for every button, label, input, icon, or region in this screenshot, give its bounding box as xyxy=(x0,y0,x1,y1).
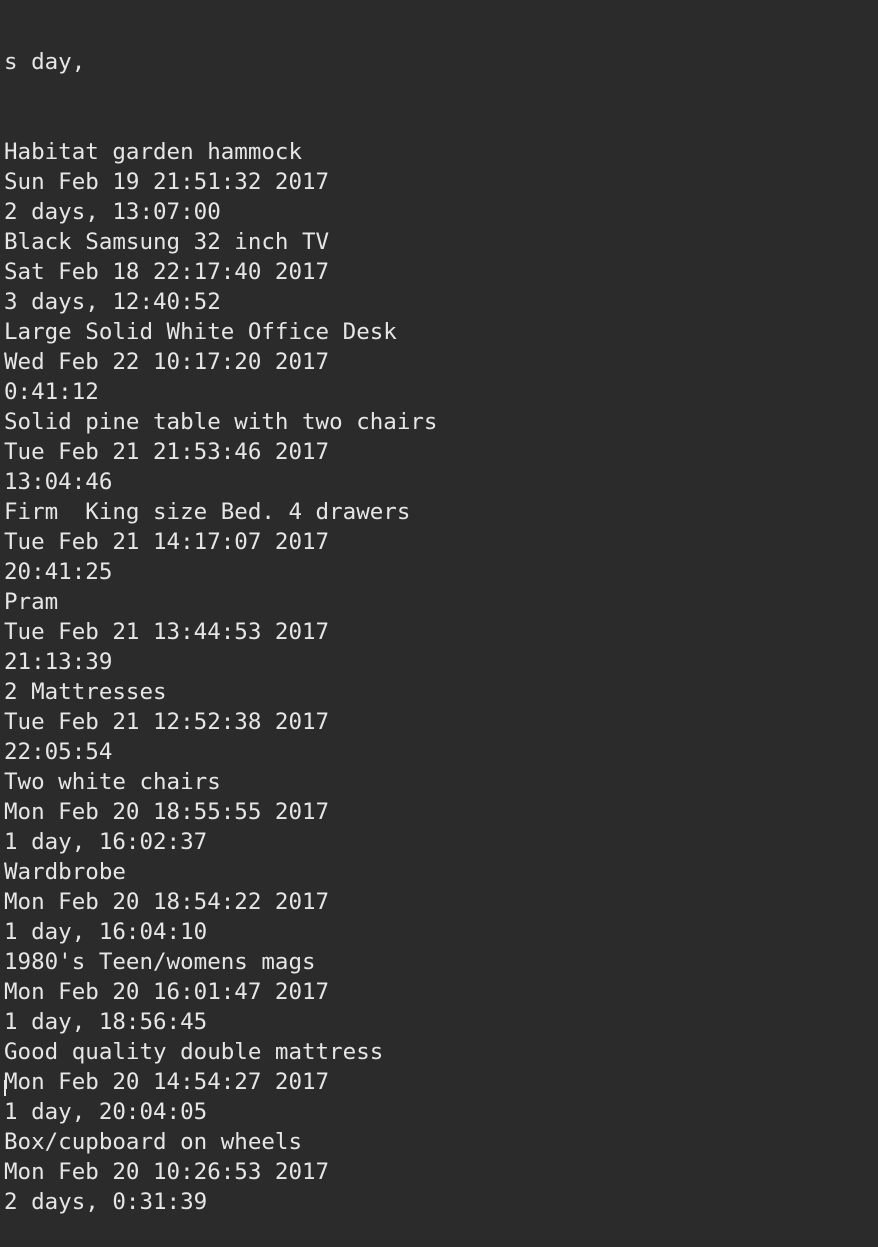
entry-elapsed: 13:04:46 xyxy=(4,469,113,495)
entry-date: Tue Feb 21 12:52:38 2017 xyxy=(4,709,330,735)
entry-title: Wardbrobe xyxy=(4,859,126,885)
entry-title: Two white chairs xyxy=(4,769,221,795)
entry-elapsed: 1 day, 16:04:10 xyxy=(4,919,208,945)
entry-title: Black Samsung 32 inch TV xyxy=(4,229,330,255)
entry-elapsed: 0:41:12 xyxy=(4,379,99,405)
entry-date: Mon Feb 20 16:01:47 2017 xyxy=(4,979,330,1005)
entry-date: Tue Feb 21 13:44:53 2017 xyxy=(4,619,330,645)
partial-line: s day, xyxy=(4,49,86,75)
entry-elapsed: 1 day, 20:04:05 xyxy=(4,1099,208,1125)
entry-date: Mon Feb 20 10:26:53 2017 xyxy=(4,1159,330,1185)
entry-elapsed: 20:41:25 xyxy=(4,559,113,585)
list-item: Wardbrobe Mon Feb 20 18:54:22 2017 1 day, … xyxy=(4,857,874,947)
entry-date: Mon Feb 20 18:54:22 2017 xyxy=(4,889,330,915)
entry-date: Tue Feb 21 14:17:07 2017 xyxy=(4,529,330,555)
entry-elapsed: 3 days, 12:40:52 xyxy=(4,289,221,315)
list-item: Habitat garden hammock Sun Feb 19 21:51:3… xyxy=(4,137,874,227)
list-item: Good quality double mattress Mon Feb 20 1… xyxy=(4,1037,874,1127)
entry-title: 1980's Teen/womens mags xyxy=(4,949,316,975)
entry-date: Sun Feb 19 21:51:32 2017 xyxy=(4,169,330,195)
entry-title: Box/cupboard on wheels xyxy=(4,1129,303,1155)
entry-date: Tue Feb 21 21:53:46 2017 xyxy=(4,439,330,465)
entry-title: Firm King size Bed. 4 drawers xyxy=(4,499,411,525)
entry-date: Wed Feb 22 10:17:20 2017 xyxy=(4,349,330,375)
entry-title: Solid pine table with two chairs xyxy=(4,409,438,435)
text-cursor xyxy=(4,1080,6,1096)
entry-date: Mon Feb 20 18:55:55 2017 xyxy=(4,799,330,825)
list-item: 2 Mattresses Tue Feb 21 12:52:38 2017 22:0… xyxy=(4,677,874,767)
entry-date: Sat Feb 18 22:17:40 2017 xyxy=(4,259,330,285)
terminal-output[interactable]: s day, Habitat garden hammock Sun Feb 19 … xyxy=(4,0,874,1247)
list-item: Firm King size Bed. 4 drawers Tue Feb 21 … xyxy=(4,497,874,587)
list-item: Solid pine table with two chairs Tue Feb … xyxy=(4,407,874,497)
entry-elapsed: 1 day, 18:56:45 xyxy=(4,1009,208,1035)
list-item: Box/cupboard on wheels Mon Feb 20 10:26:5… xyxy=(4,1127,874,1217)
entry-elapsed: 1 day, 16:02:37 xyxy=(4,829,208,855)
entry-elapsed: 21:13:39 xyxy=(4,649,113,675)
entry-title: Habitat garden hammock xyxy=(4,139,303,165)
entry-date: Mon Feb 20 14:54:27 2017 xyxy=(4,1069,330,1095)
entry-elapsed: 2 days, 13:07:00 xyxy=(4,199,221,225)
entry-elapsed: 2 days, 0:31:39 xyxy=(4,1189,208,1215)
entry-title: 2 Mattresses xyxy=(4,679,167,705)
entry-elapsed: 22:05:54 xyxy=(4,739,113,765)
entry-title: Large Solid White Office Desk xyxy=(4,319,397,345)
entry-list: Habitat garden hammock Sun Feb 19 21:51:3… xyxy=(4,137,874,1217)
list-item: Black Samsung 32 inch TV Sat Feb 18 22:17… xyxy=(4,227,874,317)
list-item: Two white chairs Mon Feb 20 18:55:55 2017… xyxy=(4,767,874,857)
entry-title: Pram xyxy=(4,589,59,615)
list-item: 1980's Teen/womens mags Mon Feb 20 16:01:… xyxy=(4,947,874,1037)
list-item: Pram Tue Feb 21 13:44:53 2017 21:13:39 xyxy=(4,587,874,677)
entry-title: Good quality double mattress xyxy=(4,1039,384,1065)
list-item: Large Solid White Office Desk Wed Feb 22 … xyxy=(4,317,874,407)
